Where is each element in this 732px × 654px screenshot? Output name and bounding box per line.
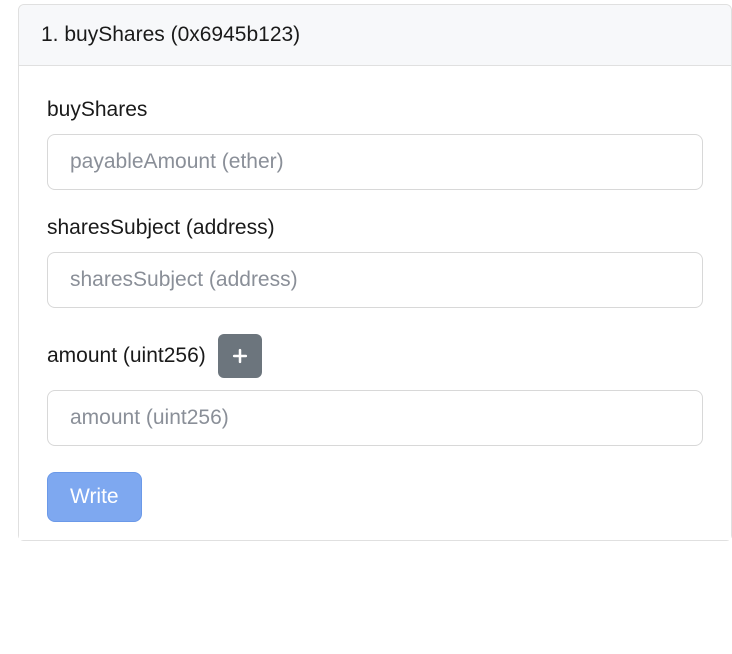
payable-amount-input[interactable] (47, 134, 703, 190)
field-group-buyshares: buyShares (47, 98, 703, 190)
field-group-amount: amount (uint256) (47, 334, 703, 446)
amount-input[interactable] (47, 390, 703, 446)
label-text: buyShares (47, 98, 147, 122)
label-text: amount (uint256) (47, 344, 206, 368)
actions-row: Write (47, 472, 703, 522)
shares-subject-input[interactable] (47, 252, 703, 308)
panel-body: buyShares sharesSubject (address) amount… (19, 66, 731, 540)
field-label-buyshares: buyShares (47, 98, 703, 122)
function-panel: 1. buyShares (0x6945b123) buyShares shar… (18, 4, 732, 541)
panel-header[interactable]: 1. buyShares (0x6945b123) (19, 5, 731, 66)
add-amount-button[interactable] (218, 334, 262, 378)
plus-icon (230, 346, 250, 366)
write-button[interactable]: Write (47, 472, 142, 522)
field-label-sharessubject: sharesSubject (address) (47, 216, 703, 240)
label-text: sharesSubject (address) (47, 216, 275, 240)
field-group-sharessubject: sharesSubject (address) (47, 216, 703, 308)
field-label-amount: amount (uint256) (47, 334, 703, 378)
panel-title: 1. buyShares (0x6945b123) (41, 23, 300, 46)
